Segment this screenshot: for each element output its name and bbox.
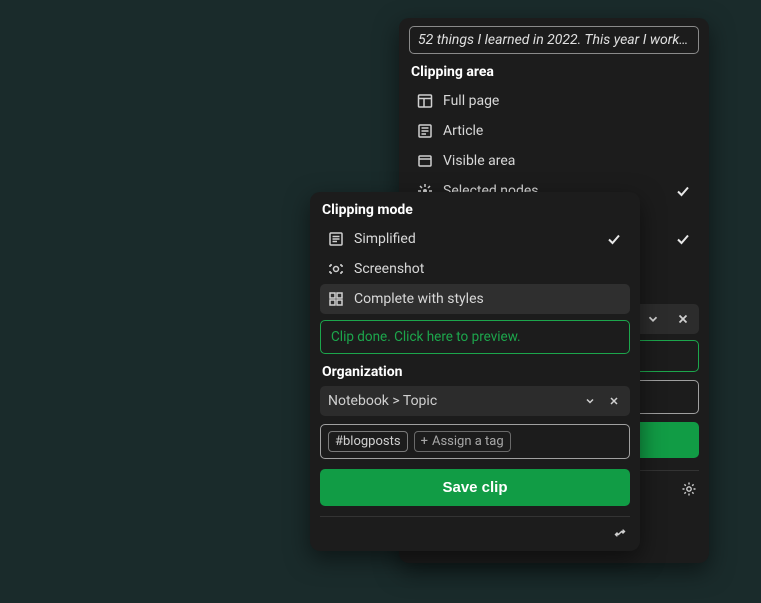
organization-title: Organization	[322, 364, 628, 380]
gear-icon[interactable]	[681, 481, 697, 497]
option-label: Full page	[443, 93, 691, 109]
option-label: Simplified	[354, 231, 596, 247]
clip-title-input[interactable]: 52 things I learned in 2022. This year I…	[409, 26, 699, 54]
option-label: Complete with styles	[354, 291, 622, 307]
assign-tag-label: Assign a tag	[432, 434, 504, 449]
assign-tag-button[interactable]: + Assign a tag	[414, 431, 511, 452]
full-page-icon	[417, 93, 433, 109]
clipper-panel-front: Clipping mode Simplified Screenshot Comp…	[310, 192, 640, 551]
mode-option-simplified[interactable]: Simplified	[320, 224, 630, 254]
tag-input[interactable]: #blogposts + Assign a tag	[320, 424, 630, 459]
close-icon[interactable]	[675, 311, 691, 327]
close-icon[interactable]	[606, 393, 622, 409]
settings-icon[interactable]	[612, 525, 628, 541]
mode-option-screenshot[interactable]: Screenshot	[320, 254, 630, 284]
tag-chip[interactable]: #blogposts	[328, 431, 408, 452]
visible-area-icon	[417, 153, 433, 169]
area-option-visible-area[interactable]: Visible area	[409, 146, 699, 176]
simplified-icon	[328, 231, 344, 247]
check-icon	[675, 183, 691, 199]
check-icon	[606, 231, 622, 247]
option-label: Visible area	[443, 153, 691, 169]
clipping-mode-title: Clipping mode	[322, 202, 628, 218]
complete-styles-icon	[328, 291, 344, 307]
chevron-down-icon[interactable]	[582, 393, 598, 409]
save-clip-button[interactable]: Save clip	[320, 469, 630, 506]
notebook-path: Notebook > Topic	[328, 393, 574, 409]
area-option-article[interactable]: Article	[409, 116, 699, 146]
clipping-area-title: Clipping area	[411, 64, 697, 80]
chevron-down-icon	[645, 311, 661, 327]
area-option-full-page[interactable]: Full page	[409, 86, 699, 116]
mode-option-complete[interactable]: Complete with styles	[320, 284, 630, 314]
article-icon	[417, 123, 433, 139]
screenshot-icon	[328, 261, 344, 277]
preview-link[interactable]: Clip done. Click here to preview.	[320, 320, 630, 354]
check-icon	[675, 231, 691, 247]
option-label: Screenshot	[354, 261, 622, 277]
plus-icon: +	[421, 434, 428, 449]
notebook-select[interactable]: Notebook > Topic	[320, 386, 630, 416]
option-label: Article	[443, 123, 691, 139]
